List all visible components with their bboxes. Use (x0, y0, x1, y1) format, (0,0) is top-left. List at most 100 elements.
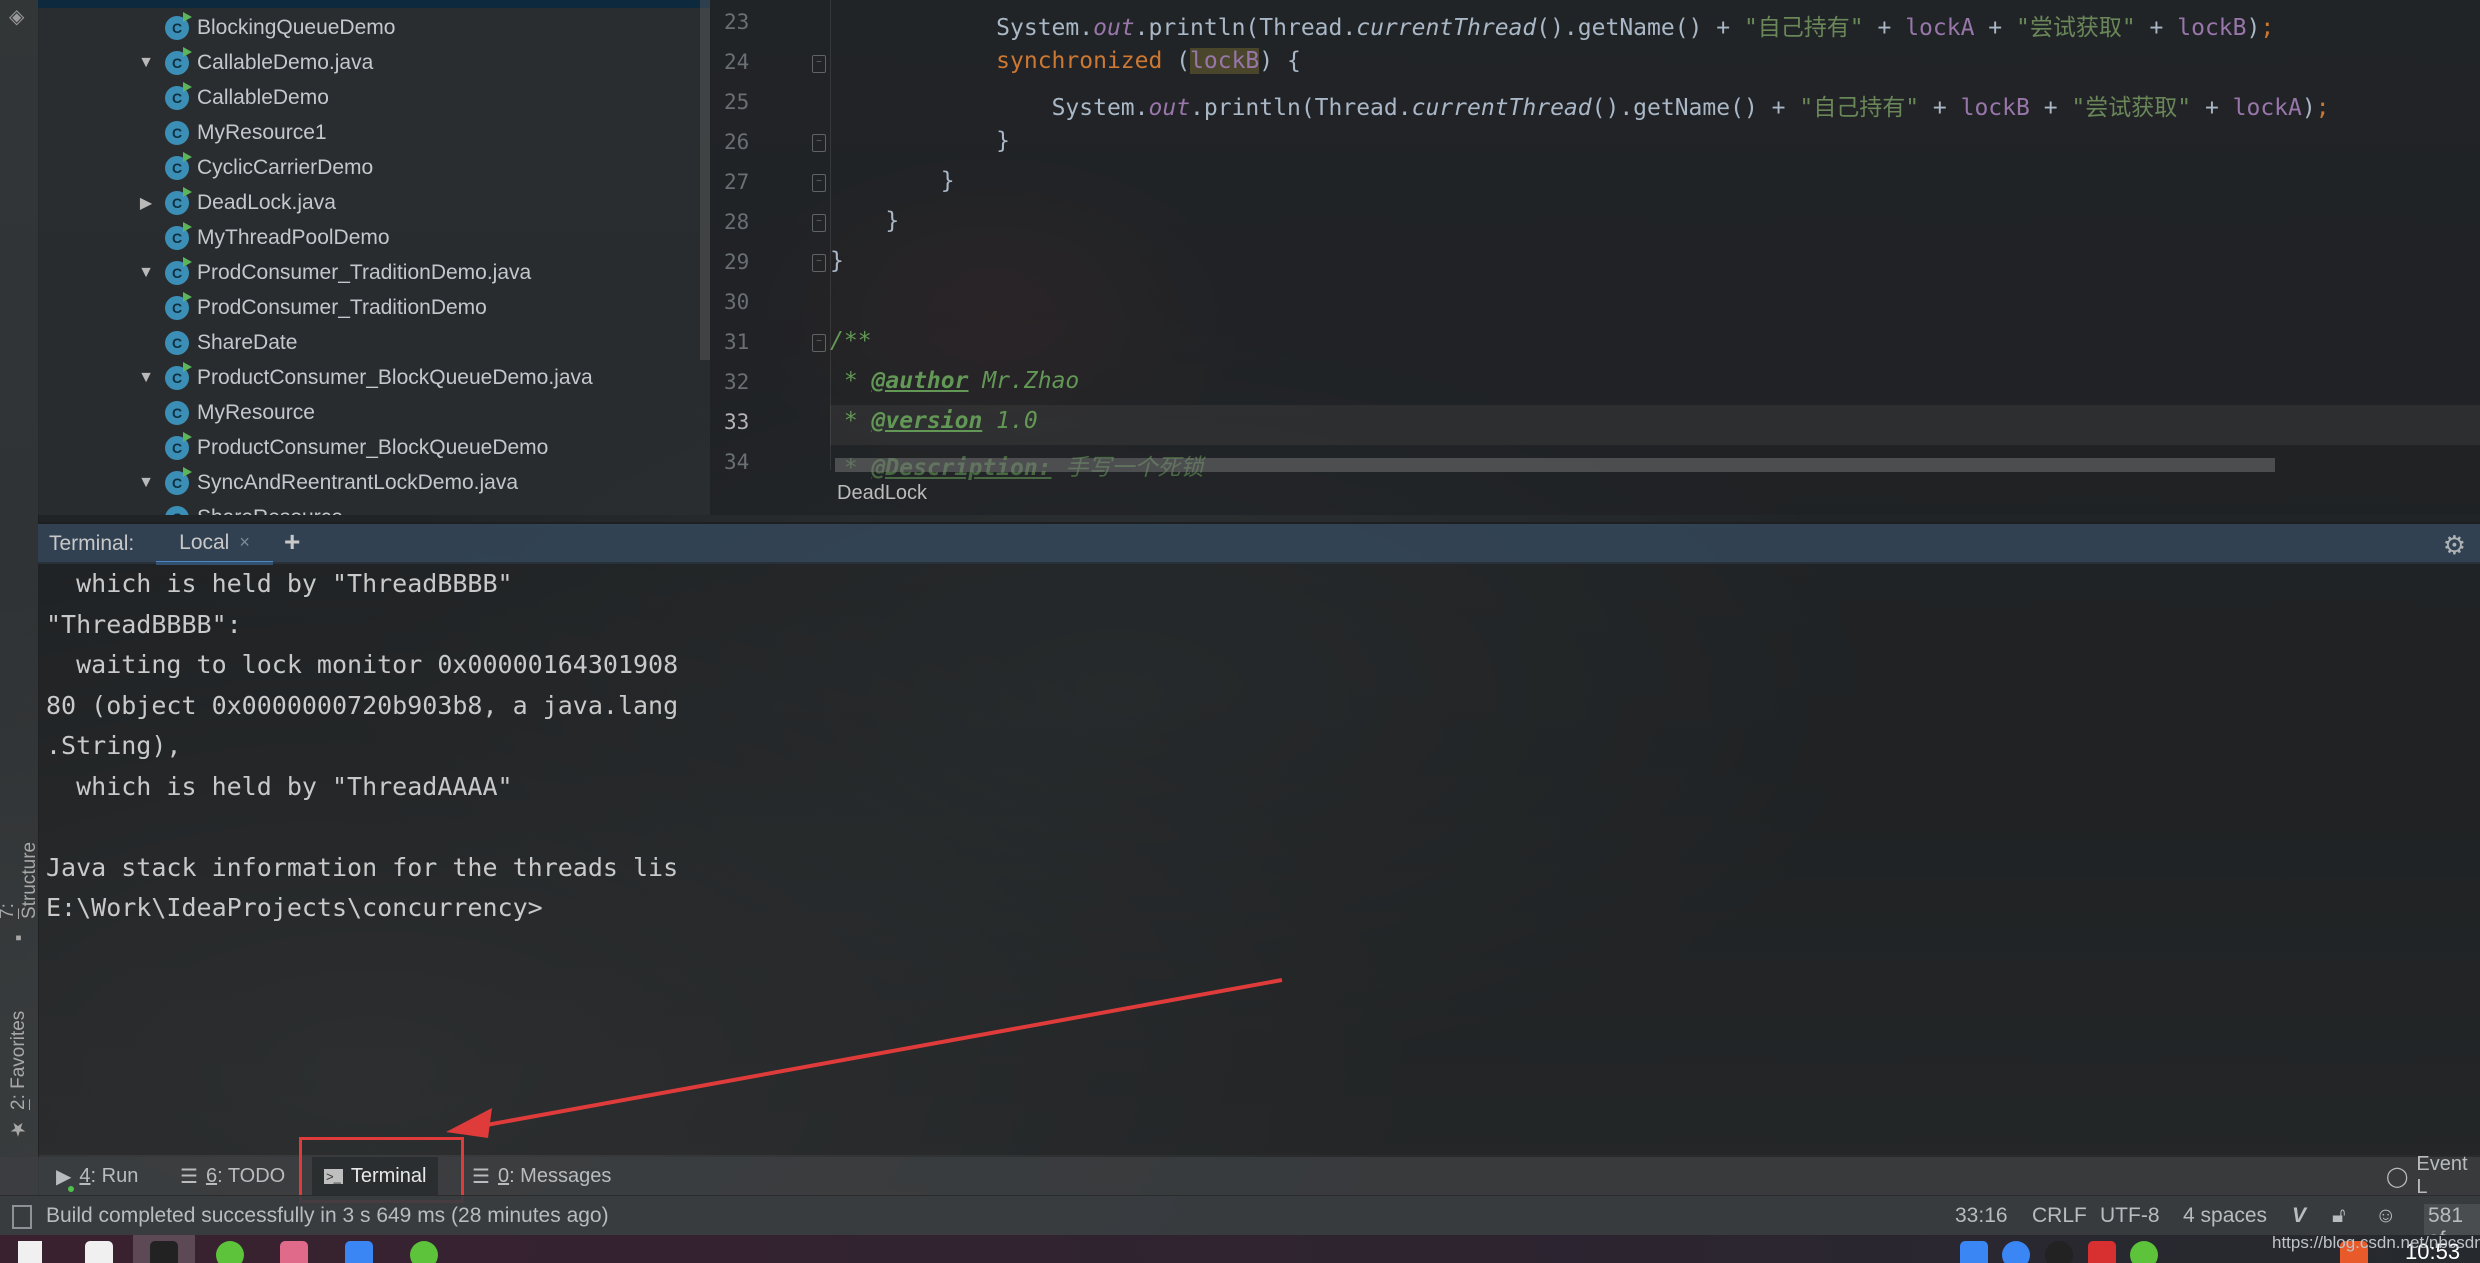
toggle-tool-windows-icon[interactable] (12, 1205, 32, 1229)
fold-marker-icon[interactable]: − (812, 334, 826, 352)
caret-position[interactable]: 33:16 (1955, 1204, 2008, 1228)
line-number: 29 (724, 250, 750, 274)
java-class-icon: C (165, 256, 192, 285)
fold-marker-icon[interactable]: − (812, 134, 826, 152)
line-number: 26 (724, 130, 750, 154)
terminal-line: 80 (object 0x0000000720b903b8, a java.la… (46, 690, 679, 720)
tree-item-label: BlockingQueueDemo (197, 15, 396, 39)
chevron-down-icon[interactable]: ▼ (137, 369, 155, 387)
code-line-24: synchronized (lockB) { (996, 48, 1301, 74)
terminal-label: Terminal: (49, 532, 135, 555)
tree-item[interactable]: C ProductConsumer_BlockQueueDemo (165, 430, 548, 465)
chevron-down-icon[interactable]: ▼ (137, 264, 155, 282)
code-line-27: } (830, 168, 955, 194)
line-number: 25 (724, 90, 750, 114)
chevron-right-icon[interactable]: ▶ (137, 193, 155, 213)
tree-item[interactable]: C ProdConsumer_TraditionDemo (165, 290, 487, 325)
tree-item[interactable]: ▶ C DeadLock.java (137, 185, 336, 220)
java-class-icon: C (165, 330, 189, 355)
fold-marker-icon[interactable]: − (812, 254, 826, 272)
tree-item[interactable]: C ShareResource (165, 500, 343, 515)
tree-item[interactable]: C MyResource1 (165, 115, 327, 150)
favorites-mnemonic: 2 (8, 1099, 29, 1110)
annotation-highlight-box (299, 1137, 464, 1203)
tool-todo-button[interactable]: ☰ 6: TODO (180, 1157, 285, 1195)
tree-item[interactable]: ▼ C ProdConsumer_TraditionDemo.java (137, 255, 531, 290)
line-number: 27 (724, 170, 750, 194)
tree-item[interactable]: C CallableDemo (165, 80, 329, 115)
qq-icon[interactable] (2045, 1241, 2073, 1263)
tree-item[interactable]: ▼ C ProductConsumer_BlockQueueDemo.java (137, 360, 593, 395)
vcs-icon[interactable]: V (2292, 1204, 2306, 1228)
tree-item[interactable]: C BlockingQueueDemo (137, 10, 395, 45)
code-line-25: System.out.println(Thread.currentThread(… (1051, 95, 2330, 121)
app-icon-blue[interactable] (345, 1241, 373, 1263)
lock-icon[interactable]: 🔓︎ (2332, 1204, 2346, 1228)
line-number: 31 (724, 330, 750, 354)
java-class-icon: C (165, 466, 192, 495)
tree-item-label: ShareResource (197, 506, 343, 516)
structure-icon: ▪ (8, 927, 29, 948)
tree-item[interactable]: C MyThreadPoolDemo (137, 220, 390, 255)
editor-horizontal-scrollbar[interactable] (835, 458, 2275, 472)
windows-start-icon[interactable] (18, 1241, 42, 1263)
fold-marker-icon[interactable]: − (812, 174, 826, 192)
terminal-line: .String), (46, 731, 182, 760)
favorites-tab[interactable]: ★ 2: Favorites (2, 995, 36, 1140)
project-icon[interactable]: ◈ (9, 4, 24, 29)
breadcrumb[interactable]: DeadLock (837, 482, 927, 505)
terminal-line: "ThreadBBBB": (46, 609, 242, 639)
event-log-label: Event L (2416, 1153, 2468, 1198)
structure-tab[interactable]: ▪ 7: Structure (0, 828, 40, 948)
tray-icon-red[interactable] (2088, 1241, 2116, 1263)
event-log-button[interactable]: ◯ Event L (2386, 1153, 2480, 1198)
code-line-29: } (830, 248, 844, 274)
tree-selected-row[interactable] (38, 0, 710, 8)
chevron-down-icon[interactable]: ▼ (137, 474, 155, 492)
tree-item-label: CyclicCarrierDemo (197, 155, 374, 179)
java-class-icon: C (165, 505, 189, 515)
current-line-highlight (830, 405, 2480, 445)
code-line-23: System.out.println(Thread.currentThread(… (996, 15, 2275, 41)
tree-item[interactable]: ▼ C CallableDemo.java (137, 45, 373, 80)
inspector-icon[interactable]: ☺ (2375, 1204, 2396, 1228)
terminal-line: which is held by "ThreadAAAA" (46, 771, 513, 801)
gear-icon[interactable]: ⚙ (2443, 530, 2466, 561)
baidu-icon[interactable] (85, 1241, 113, 1263)
tree-item[interactable]: C MyResource (165, 395, 315, 430)
file-encoding[interactable]: UTF-8 (2100, 1204, 2160, 1228)
bilibili-icon[interactable] (280, 1241, 308, 1263)
code-line-33: * @version 1.0 (830, 408, 1038, 434)
close-icon[interactable]: × (239, 532, 250, 553)
tray-icon-blue[interactable] (1960, 1241, 1988, 1263)
tree-item-label: CallableDemo.java (197, 50, 374, 74)
chevron-down-icon[interactable]: ▼ (137, 54, 155, 72)
add-terminal-button[interactable]: + (284, 526, 300, 558)
terminal-line: which is held by "ThreadBBBB" (46, 569, 513, 598)
wechat-icon[interactable] (410, 1241, 438, 1263)
java-class-icon: C (165, 400, 189, 425)
tree-item-label: ProductConsumer_BlockQueueDemo (197, 435, 549, 459)
indent-setting[interactable]: 4 spaces (2183, 1204, 2267, 1228)
tool-run-button[interactable]: ▶ 4: Run (56, 1157, 138, 1195)
tray-wechat-icon[interactable] (2130, 1241, 2158, 1263)
project-tree[interactable]: C BlockingQueueDemo ▼ C CallableDemo.java C Ca… (38, 0, 710, 515)
tree-scrollbar[interactable] (700, 0, 710, 360)
tree-item-label: DeadLock.java (197, 190, 336, 214)
terminal-output[interactable]: which is held by "ThreadBBBB" "ThreadBBBB… (38, 562, 2480, 1155)
code-editor[interactable]: 23 24 25 26 27 28 29 30 31 32 33 34 − − − − − − Sys… (710, 0, 2480, 515)
line-separator[interactable]: CRLF (2032, 1204, 2087, 1228)
status-message[interactable]: Build completed successfully in 3 s 649 … (46, 1204, 609, 1228)
tree-item[interactable]: C ShareDate (165, 325, 297, 360)
fold-marker-icon[interactable]: − (812, 55, 826, 73)
tool-messages-button[interactable]: ☰ 0: Messages (472, 1157, 611, 1195)
tree-item[interactable]: C CyclicCarrierDemo (137, 150, 373, 185)
tray-icon-k[interactable] (2002, 1241, 2030, 1263)
terminal-line: Java stack information for the threads l… (46, 852, 679, 882)
terminal-tab-local[interactable]: Local × (156, 524, 273, 565)
code-line-31: /** (830, 328, 872, 354)
app-icon-green[interactable] (216, 1241, 244, 1263)
event-log-icon: ◯ (2386, 1165, 2409, 1188)
fold-marker-icon[interactable]: − (812, 214, 826, 232)
tree-item[interactable]: ▼ C SyncAndReentrantLockDemo.java (137, 465, 518, 500)
